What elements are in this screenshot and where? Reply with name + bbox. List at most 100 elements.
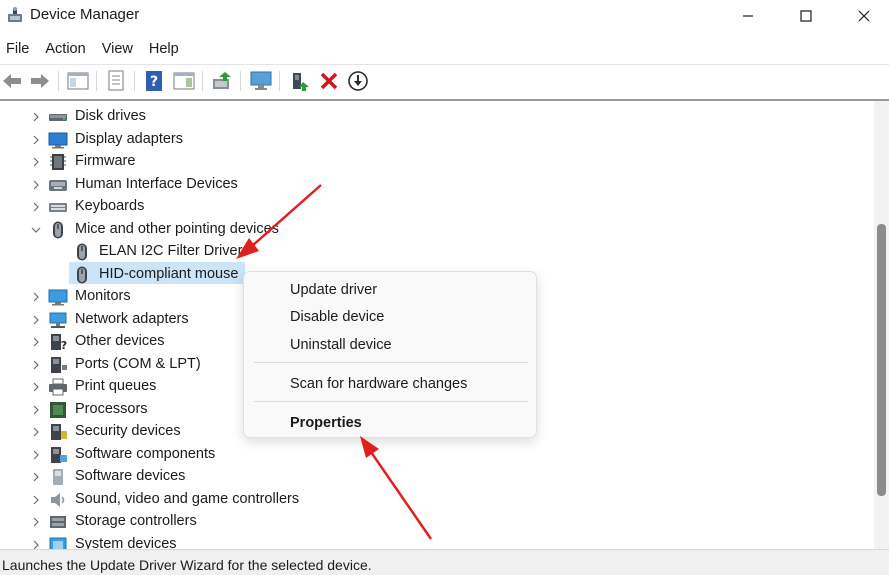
forward-button[interactable] (28, 69, 52, 93)
other-devices-icon: ? (51, 334, 67, 351)
toolbar-separator (58, 71, 59, 91)
menu-item-update-driver[interactable]: Update driver (290, 282, 377, 298)
menu-file[interactable]: File (0, 36, 37, 62)
disk-drive-icon (49, 114, 67, 121)
chevron-right-icon[interactable] (31, 516, 41, 528)
menu-help[interactable]: Help (141, 36, 187, 62)
tree-item-label: Sound, video and game controllers (75, 490, 300, 507)
uninstall-device-icon (320, 72, 338, 90)
tree-item-label: Monitors (75, 288, 131, 304)
chevron-right-icon[interactable] (31, 449, 41, 461)
menu-item-disable-device[interactable]: Disable device (290, 309, 384, 325)
scan-hardware-icon (250, 71, 272, 90)
chevron-right-icon[interactable] (31, 426, 41, 438)
tree-item-label: Security devices (75, 423, 181, 439)
mouse-icon (53, 221, 63, 238)
hid-icon (49, 179, 67, 191)
tree-item-label: Storage controllers (75, 513, 197, 529)
toolbar-separator (240, 71, 241, 91)
close-icon (858, 10, 870, 22)
chevron-right-icon[interactable] (31, 359, 41, 371)
update-driver-icon (213, 72, 231, 89)
chevron-right-icon[interactable] (31, 539, 41, 550)
chevron-right-icon[interactable] (31, 179, 41, 191)
action-pane-button[interactable] (172, 69, 196, 93)
storage-controller-icon (50, 516, 66, 528)
menu-view[interactable]: View (94, 36, 141, 62)
uninstall-device-button[interactable] (317, 69, 341, 93)
menu-separator (254, 401, 528, 402)
chevron-right-icon[interactable] (31, 111, 41, 123)
menu-action[interactable]: Action (37, 36, 93, 62)
svg-text:?: ? (150, 74, 158, 90)
forward-arrow-icon (31, 74, 49, 88)
menu-item-properties[interactable]: Properties (290, 415, 362, 431)
tree-item-label: Network adapters (75, 310, 189, 327)
tree-item-label: Processors (75, 400, 148, 417)
maximize-button[interactable] (776, 0, 836, 32)
software-component-icon (51, 446, 67, 463)
menu-item-uninstall-device[interactable]: Uninstall device (290, 337, 392, 353)
monitor-icon (48, 289, 68, 306)
tree-item-label: Other devices (75, 333, 165, 349)
tree-item-label: Print queues (75, 378, 157, 394)
show-hide-console-tree-icon (67, 72, 89, 90)
tree-item-label: System devices (75, 535, 177, 550)
tree-item-label: Software components (75, 445, 216, 462)
software-device-icon (53, 469, 63, 485)
window-title: Device Manager (30, 6, 140, 23)
back-arrow-icon (3, 74, 21, 88)
chevron-right-icon[interactable] (31, 314, 41, 326)
menu-separator (254, 362, 528, 363)
enable-device-button[interactable] (288, 69, 312, 93)
chevron-right-icon[interactable] (31, 404, 41, 416)
scrollbar-thumb[interactable] (877, 224, 886, 496)
tree-item-label: Ports (COM & LPT) (75, 355, 201, 372)
printer-icon (49, 378, 67, 396)
device-manager-icon (8, 7, 22, 22)
menu-item-scan-hardware[interactable]: Scan for hardware changes (290, 376, 467, 392)
menu-bar: File Action View Help (0, 36, 889, 62)
show-hide-console-tree-button[interactable] (66, 69, 90, 93)
scan-hardware-button[interactable] (249, 69, 273, 93)
help-button[interactable]: ? (142, 69, 166, 93)
chevron-right-icon[interactable] (31, 471, 41, 483)
chevron-right-icon[interactable] (31, 291, 41, 303)
minimize-button[interactable] (718, 0, 778, 32)
maximize-icon (800, 10, 812, 22)
tree-item-label: Human Interface Devices (75, 175, 238, 192)
tree-item-label: Display adapters (75, 130, 183, 147)
processor-icon (50, 401, 66, 418)
download-icon (348, 71, 368, 91)
tree-item-label: Mice and other pointing devices (75, 220, 279, 237)
status-text: Launches the Update Driver Wizard for th… (2, 557, 372, 573)
chevron-right-icon[interactable] (31, 134, 41, 146)
mouse-icon (77, 266, 87, 283)
speaker-icon (51, 492, 65, 507)
toolbar-separator (134, 71, 135, 91)
svg-text:?: ? (61, 339, 67, 351)
display-adapter-icon (48, 132, 68, 148)
title-bar: Device Manager (0, 0, 889, 34)
toolbar-separator (279, 71, 280, 91)
chevron-down-icon[interactable] (31, 224, 41, 236)
chevron-right-icon[interactable] (31, 156, 41, 168)
update-driver-button[interactable] (210, 69, 234, 93)
keyboard-icon (49, 203, 67, 212)
help-icon: ? (146, 71, 162, 91)
chevron-right-icon[interactable] (31, 494, 41, 506)
firmware-icon (50, 154, 66, 170)
download-button[interactable] (346, 69, 370, 93)
toolbar-separator (202, 71, 203, 91)
properties-icon (108, 70, 124, 91)
enable-device-icon (293, 73, 309, 91)
chevron-right-icon[interactable] (31, 201, 41, 213)
chevron-right-icon[interactable] (31, 336, 41, 348)
properties-button[interactable] (104, 69, 128, 93)
close-button[interactable] (834, 0, 889, 32)
chevron-right-icon[interactable] (31, 381, 41, 393)
back-button[interactable] (0, 69, 24, 93)
tree-item-label: ELAN I2C Filter Driver (99, 243, 243, 259)
system-device-icon (49, 537, 67, 549)
toolbar-separator (96, 71, 97, 91)
